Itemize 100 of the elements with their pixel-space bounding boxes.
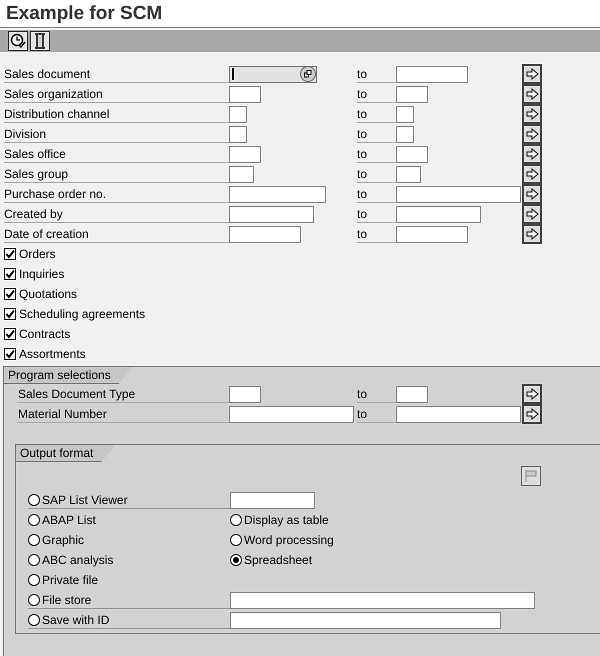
input-field[interactable] [230, 592, 535, 608]
input-field[interactable] [396, 206, 481, 222]
input-field[interactable] [396, 86, 428, 102]
input-field[interactable] [396, 386, 428, 402]
input-field[interactable] [229, 66, 317, 82]
field-label: Sales office [4, 146, 229, 162]
multiple-selection-button[interactable] [522, 204, 542, 224]
checkbox-label: Contracts [19, 327, 70, 341]
checkbox-label: Assortments [19, 347, 86, 361]
input-field[interactable] [230, 612, 501, 628]
field-label: Sales Document Type [17, 386, 229, 402]
arrow-icon [525, 228, 539, 240]
multiple-selection-button[interactable] [522, 164, 542, 184]
input-field[interactable] [229, 146, 261, 162]
layout-button[interactable] [521, 466, 541, 486]
input-field[interactable] [229, 206, 314, 222]
field-label: Material Number [17, 406, 229, 422]
multiple-selection-button[interactable] [522, 64, 542, 84]
radio-label: Private file [42, 573, 98, 587]
radio-button[interactable] [28, 614, 40, 626]
execute-button[interactable] [8, 31, 28, 51]
input-field[interactable] [229, 126, 247, 142]
screen-title: Example for SCM [5, 2, 162, 24]
input-field[interactable] [396, 106, 414, 122]
radio-button[interactable] [28, 514, 40, 526]
input-field[interactable] [229, 166, 254, 182]
radio-button[interactable] [28, 574, 40, 586]
input-field[interactable] [396, 406, 521, 422]
field-label: Created by [4, 206, 229, 222]
radio-button[interactable] [28, 554, 40, 566]
checkbox[interactable] [4, 248, 16, 260]
radio-button[interactable] [230, 554, 242, 566]
multiple-selection-button[interactable] [522, 384, 542, 404]
radio-label: ABC analysis [42, 553, 114, 567]
group-title: Output format [16, 445, 116, 462]
arrow-icon [525, 388, 539, 400]
arrow-icon [525, 88, 539, 100]
multiple-selection-button[interactable] [522, 84, 542, 104]
clock-icon [10, 33, 26, 49]
checkbox[interactable] [4, 348, 16, 360]
field-label: Sales document [4, 66, 229, 82]
flag-icon [524, 469, 538, 483]
radio-button[interactable] [28, 594, 40, 606]
search-help-icon[interactable] [300, 66, 316, 82]
group-title: Program selections [4, 367, 133, 384]
radio-label: Save with ID [42, 612, 110, 626]
arrow-icon [525, 108, 539, 120]
radio-label: Word processing [244, 533, 334, 547]
arrow-icon [525, 208, 539, 220]
radio-label: SAP List Viewer [42, 492, 128, 506]
radio-button[interactable] [230, 514, 242, 526]
radio-button[interactable] [28, 534, 40, 546]
field-label: Date of creation [4, 226, 229, 242]
multiple-selection-button[interactable] [522, 404, 542, 424]
multiple-selection-button[interactable] [522, 184, 542, 204]
checkbox[interactable] [4, 308, 16, 320]
input-field[interactable] [229, 226, 301, 242]
checkbox[interactable] [4, 268, 16, 280]
input-field[interactable] [396, 166, 421, 182]
radio-label: ABAP List [42, 513, 96, 527]
multiple-selection-button[interactable] [522, 224, 542, 244]
variant-button[interactable] [30, 31, 50, 51]
arrow-icon [525, 148, 539, 160]
input-field[interactable] [396, 226, 468, 242]
input-field[interactable] [396, 146, 428, 162]
multiple-selection-button[interactable] [522, 144, 542, 164]
input-field[interactable] [229, 406, 354, 422]
field-label: Purchase order no. [4, 186, 229, 202]
input-field[interactable] [396, 66, 468, 82]
checkbox-label: Inquiries [19, 267, 64, 281]
input-field[interactable] [230, 492, 315, 508]
arrow-icon [525, 188, 539, 200]
radio-button[interactable] [28, 494, 40, 506]
checkbox[interactable] [4, 328, 16, 340]
input-field[interactable] [396, 186, 521, 202]
arrow-icon [525, 168, 539, 180]
radio-label: Display as table [244, 513, 329, 527]
input-field[interactable] [229, 86, 261, 102]
input-field[interactable] [396, 126, 414, 142]
field-label: Division [4, 126, 229, 142]
multiple-selection-button[interactable] [522, 124, 542, 144]
arrow-icon [525, 408, 539, 420]
input-field[interactable] [229, 186, 326, 202]
field-label: Sales organization [4, 86, 229, 102]
arrow-icon [525, 68, 539, 80]
checkbox-label: Quotations [19, 287, 78, 301]
field-label: Distribution channel [4, 106, 229, 122]
radio-button[interactable] [230, 534, 242, 546]
checkbox-label: Scheduling agreements [19, 307, 146, 321]
multiple-selection-button[interactable] [522, 104, 542, 124]
radio-label: Spreadsheet [244, 553, 312, 567]
bracket-icon [33, 33, 47, 49]
radio-label: Graphic [42, 533, 84, 547]
field-label: Sales group [4, 166, 229, 182]
input-field[interactable] [229, 106, 247, 122]
checkbox[interactable] [4, 288, 16, 300]
input-field[interactable] [229, 386, 261, 402]
checkbox-label: Orders [19, 247, 56, 261]
radio-label: File store [42, 592, 92, 606]
arrow-icon [525, 128, 539, 140]
